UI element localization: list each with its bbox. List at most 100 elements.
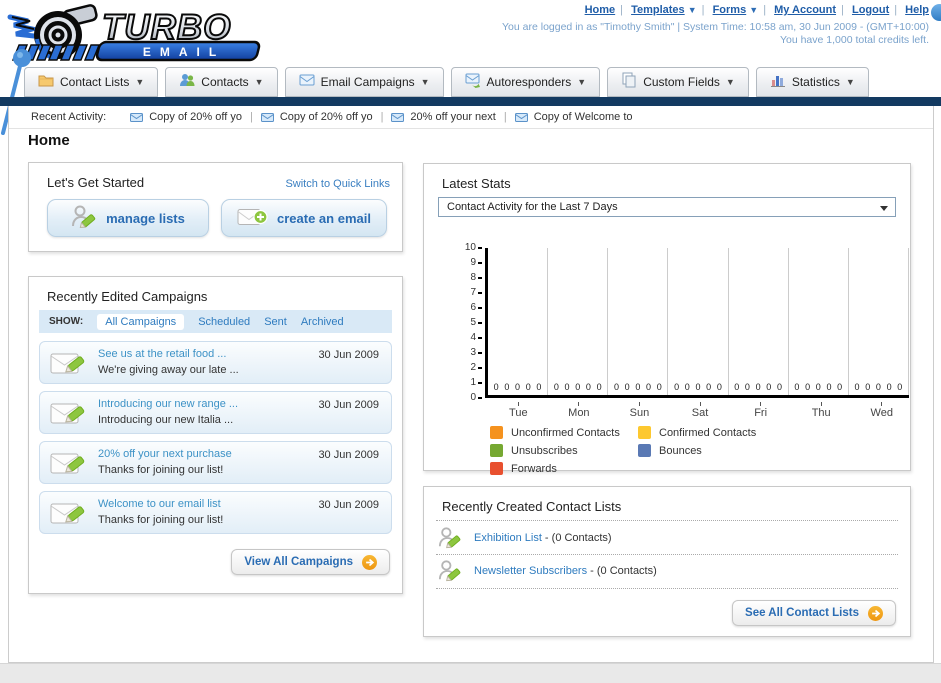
chart-day-group: 00000 [488,248,549,395]
recent-activity-bar: Recent Activity: Copy of 20% off yo | Co… [9,106,933,129]
tab-contact-lists[interactable]: Contact Lists ▼ [24,67,159,97]
contact-list-link[interactable]: Exhibition List [474,532,542,544]
legend-label: Bounces [659,444,702,457]
chart-day-group: 00000 [668,248,729,395]
create-email-label: create an email [277,210,371,226]
x-axis-label: Tue [488,402,549,419]
help-bubble-icon[interactable] [931,4,941,21]
tab-label: Email Campaigns [320,75,415,89]
get-started-panel: Let's Get Started Switch to Quick Links … [28,162,403,252]
page-title: Home [28,132,70,149]
filter-all-campaigns[interactable]: All Campaigns [97,313,185,330]
envelope-arrow-icon [465,72,481,93]
envelope-pencil-icon [50,349,86,382]
folder-icon [38,72,54,93]
manage-lists-button[interactable]: manage lists [47,199,209,237]
person-pencil-icon [71,204,97,233]
envelope-pencil-icon [50,399,86,432]
person-pencil-icon [438,558,462,589]
envelope-plus-icon [237,207,268,230]
contact-list-row[interactable]: Newsletter Subscribers - (0 Contacts) [438,557,896,587]
recent-activity-item[interactable]: Copy of 20% off yo [260,111,373,123]
recent-activity-text: Copy of 20% off yo [279,111,373,123]
latest-stats-panel: Latest Stats Contact Activity for the La… [423,163,912,475]
recent-activity-item[interactable]: 20% off your next [391,111,496,123]
person-pencil-icon [438,525,462,556]
nav-logout[interactable]: Logout [852,4,889,16]
nav-forms[interactable]: Forms [713,4,747,16]
x-axis-label: Mon [549,402,610,419]
stats-period-select[interactable]: Contact Activity for the Last 7 Days [438,197,896,217]
recent-separator: | [249,111,253,123]
legend-item: Unconfirmed Contacts [490,426,638,439]
tab-statistics[interactable]: Statistics ▼ [755,67,869,97]
switch-quick-links-link[interactable]: Switch to Quick Links [285,178,390,190]
recent-activity-item[interactable]: Copy of 20% off yo [130,111,242,123]
nav-separator: | [701,4,705,16]
latest-stats-title: Latest Stats [442,176,511,191]
nav-home[interactable]: Home [585,4,616,16]
recent-activity-item[interactable]: Copy of Welcome to [514,111,633,123]
chart-day-group: 00000 [849,248,909,395]
see-all-contact-lists-label: See All Contact Lists [745,607,859,619]
recent-activity-label: Recent Activity: [31,111,107,123]
filter-sent[interactable]: Sent [264,316,287,328]
campaign-row[interactable]: 20% off your next purchase Thanks for jo… [39,441,392,484]
x-axis-label: Sun [609,402,670,419]
stats-period-value: Contact Activity for the Last 7 Days [447,201,618,213]
chevron-down-icon: ▼ [687,5,697,15]
tab-contacts[interactable]: Contacts ▼ [165,67,278,97]
campaigns-panel: Recently Edited Campaigns SHOW: All Camp… [28,276,403,594]
see-all-contact-lists-button[interactable]: See All Contact Lists [732,600,896,626]
campaign-row[interactable]: Introducing our new range ... Introducin… [39,391,392,434]
legend-swatch [490,426,503,439]
view-all-campaigns-button[interactable]: View All Campaigns [231,549,390,575]
contact-list-link[interactable]: Newsletter Subscribers [474,565,587,577]
app-window: TURBO EMAIL Home | Templates ▼ | Forms ▼ | … [0,0,941,683]
chart-day-group: 00000 [548,248,609,395]
campaign-title-link[interactable]: 20% off your next purchase [98,448,232,460]
x-axis-label: Thu [791,402,852,419]
filter-archived[interactable]: Archived [301,316,344,328]
contact-lists-title: Recently Created Contact Lists [442,499,622,514]
tab-email-campaigns[interactable]: Email Campaigns ▼ [284,67,444,97]
campaign-title-link[interactable]: Introducing our new range ... [98,398,238,410]
legend-swatch [638,426,651,439]
get-started-title: Let's Get Started [47,175,145,190]
campaign-title-link[interactable]: See us at the retail food ... [98,348,226,360]
campaign-row[interactable]: See us at the retail food ... We're givi… [39,341,392,384]
contact-list-text: Newsletter Subscribers - (0 Contacts) [474,565,657,577]
chart-day-group: 00000 [789,248,849,395]
legend-swatch [490,462,503,475]
turbo-email-logo: TURBO EMAIL [6,3,278,68]
tab-custom-fields[interactable]: Custom Fields ▼ [607,67,749,97]
arrow-right-icon [868,605,883,621]
contact-list-count: - (0 Contacts) [541,532,612,544]
campaign-row[interactable]: Welcome to our email list Thanks for joi… [39,491,392,534]
y-axis-ticks: 0 1 2 3 4 5 6 7 8 9 10 [452,242,482,403]
filter-scheduled[interactable]: Scheduled [198,316,250,328]
nav-templates[interactable]: Templates [631,4,685,16]
chevron-down-icon: ▼ [254,77,264,87]
campaign-subtitle: Thanks for joining our list! [98,514,224,526]
create-email-button[interactable]: create an email [221,199,387,237]
chevron-down-icon [880,206,888,211]
x-axis-label: Wed [851,402,912,419]
people-icon [179,72,195,93]
tab-autoresponders[interactable]: Autoresponders ▼ [450,67,601,97]
x-axis-label: Sat [670,402,731,419]
nav-my-account[interactable]: My Account [774,4,836,16]
legend-item: Forwards [490,462,638,475]
chart-day-group: 00000 [729,248,789,395]
chart-day-group: 00000 [608,248,669,395]
nav-help[interactable]: Help [905,4,929,16]
campaign-date: 30 Jun 2009 [318,499,379,511]
campaign-subtitle: We're giving away our late ... [98,364,239,376]
chart-plot: 00000000000000000000000000000000000 [485,248,909,398]
main-tabbar: Contact Lists ▼ Contacts ▼ Email Campaig… [24,67,869,97]
envelope-icon [299,72,315,93]
contact-list-row[interactable]: Exhibition List - (0 Contacts) [438,524,896,554]
campaign-title-link[interactable]: Welcome to our email list [98,498,221,510]
tab-label: Statistics [791,75,840,89]
envelope-icon [514,112,528,122]
